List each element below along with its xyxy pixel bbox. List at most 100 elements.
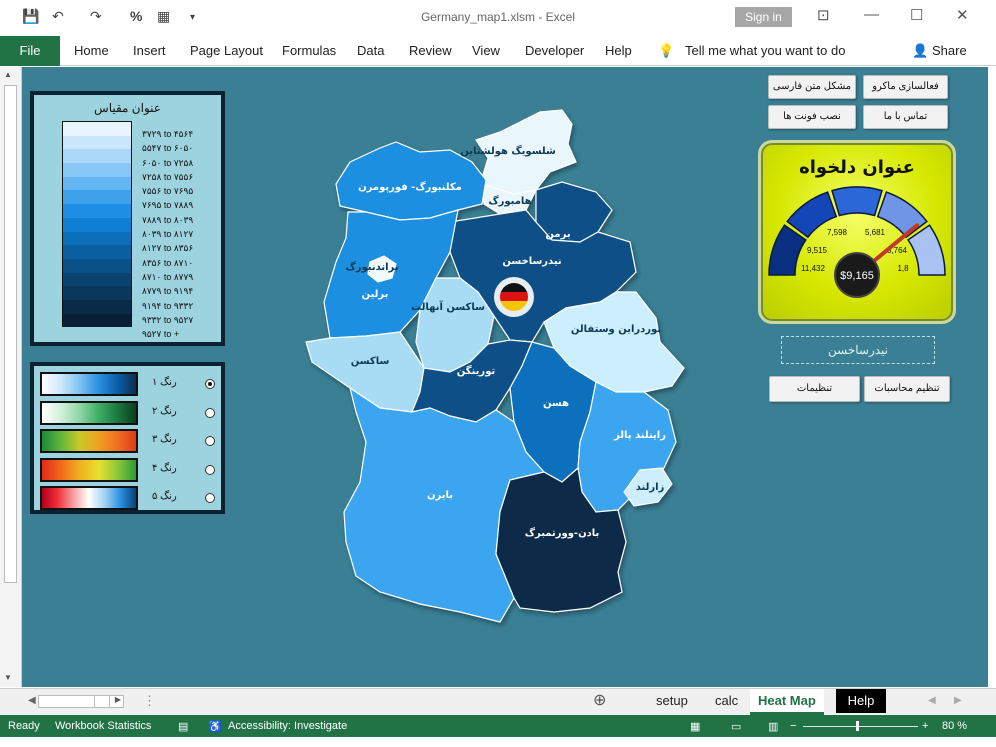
accessibility-icon[interactable]: ♿ — [208, 720, 222, 733]
tab-review[interactable]: Review — [409, 43, 452, 58]
tab-help[interactable]: Help — [605, 43, 632, 58]
scroll-up-icon[interactable]: ▲ — [4, 70, 12, 79]
state-label: بایرن — [427, 490, 453, 501]
legend-swatch — [63, 272, 131, 287]
ribbon-tabs: File Home Insert Page Layout Formulas Da… — [0, 36, 996, 66]
theme-radio-button[interactable] — [205, 464, 215, 475]
zoom-slider[interactable] — [803, 721, 918, 731]
state-label: مکلنبورگ- فورپومرن — [358, 180, 462, 193]
legend-swatch — [63, 122, 131, 136]
legend-range-label: ۷۵۵۶ to ۷۶۹۵ — [142, 186, 194, 197]
workbook-statistics-button[interactable]: Workbook Statistics — [55, 720, 151, 732]
sheet-prev-icon[interactable]: ◀ — [920, 689, 944, 713]
zoom-out-button[interactable]: − — [790, 720, 796, 732]
contact-button[interactable]: تماس با ما — [863, 105, 948, 129]
legend-swatch — [63, 135, 131, 150]
sheet-next-icon[interactable]: ▶ — [946, 689, 970, 713]
theme-gradient-swatch — [40, 400, 138, 425]
zoom-in-button[interactable]: + — [922, 720, 928, 732]
install-font-button[interactable]: نصب فونت ها — [768, 105, 856, 129]
theme-option[interactable]: رنگ ۲ — [40, 400, 215, 425]
accessibility-status[interactable]: Accessibility: Investigate — [228, 720, 347, 732]
theme-option[interactable]: رنگ ۱ — [40, 372, 215, 396]
theme-gradient-swatch — [40, 429, 138, 454]
page-layout-view-icon[interactable]: ▭ — [731, 720, 741, 733]
gauge-value-label: $9,165 — [840, 270, 874, 282]
legend-range-label: ۵۵۴۷ to ۶۰۵۰ — [142, 143, 194, 154]
h-scroll-right-icon[interactable]: ▶ — [115, 695, 121, 704]
sheet-tab-help[interactable]: Help — [836, 689, 886, 713]
state-label: زارلند — [636, 482, 665, 493]
legend-swatch — [63, 231, 131, 246]
theme-radio-button[interactable] — [205, 379, 215, 389]
tab-options-icon[interactable]: ⋮ — [135, 689, 164, 713]
scroll-down-icon[interactable]: ▼ — [4, 673, 12, 682]
calc-settings-button[interactable]: تنظیم محاسبات — [864, 376, 950, 402]
minimize-button[interactable]: — — [864, 6, 879, 23]
tab-file[interactable]: File — [0, 36, 60, 66]
theme-radio-button[interactable] — [205, 493, 215, 504]
gauge-dial: 11,4329,5157,598 5,6813,7641,8 $9,165 — [768, 186, 946, 298]
h-scroll-thumb[interactable] — [94, 696, 110, 707]
state-label: ساکسن آنهالت — [411, 300, 485, 313]
legend-range-label: ۷۸۸۹ to ۸۰۳۹ — [142, 214, 194, 225]
restore-button[interactable]: ☐ — [910, 6, 923, 24]
page-break-view-icon[interactable]: ▥ — [768, 720, 778, 733]
legend-range-label: ۸۰۳۹ to ۸۱۲۷ — [142, 229, 194, 240]
tab-developer[interactable]: Developer — [525, 43, 584, 58]
status-ready: Ready — [8, 720, 40, 732]
theme-radio-button[interactable] — [205, 407, 215, 418]
sign-in-button[interactable]: Sign in — [735, 7, 792, 27]
tab-insert[interactable]: Insert — [133, 43, 166, 58]
horizontal-scrollbar[interactable]: ▶ — [38, 695, 124, 708]
color-theme-selector: رنگ ۱ رنگ ۲ رنگ ۳ رنگ ۴ رنگ ۵ — [30, 362, 225, 514]
vertical-scrollbar[interactable]: ▲ ▼ — [0, 67, 22, 687]
ribbon-display-icon[interactable]: ⊡ — [817, 6, 830, 24]
legend-range-label: ۸۱۲۷ to ۸۳۵۶ — [142, 243, 194, 254]
gauge-title: عنوان دلخواه — [799, 157, 915, 178]
theme-label: رنگ ۱ — [152, 377, 177, 388]
tell-me-search[interactable]: Tell me what you want to do — [685, 43, 845, 58]
gauge-segment — [831, 186, 883, 217]
legend-range-label: ۷۶۹۵ to ۷۸۸۹ — [142, 200, 194, 211]
tab-view[interactable]: View — [472, 43, 500, 58]
gauge-tick-label: 1,8 — [897, 264, 909, 273]
theme-option[interactable]: رنگ ۴ — [40, 457, 215, 482]
legend-range-label: ۳۷۲۹ to ۴۵۶۴ — [142, 129, 194, 139]
close-button[interactable]: ✕ — [956, 6, 969, 24]
theme-radio-button[interactable] — [205, 436, 215, 447]
tab-home[interactable]: Home — [74, 43, 109, 58]
share-button[interactable]: Share — [932, 43, 967, 58]
enable-macro-button[interactable]: فعالسازی ماکرو — [863, 75, 948, 99]
zoom-slider-thumb[interactable] — [856, 721, 859, 731]
theme-option[interactable]: رنگ ۵ — [40, 486, 215, 511]
state-label: برلین — [362, 289, 389, 300]
theme-gradient-swatch — [40, 457, 138, 482]
state-label: راینلند پالز — [613, 430, 666, 441]
zoom-level[interactable]: 80 % — [942, 720, 967, 732]
normal-view-icon[interactable]: ▦ — [690, 720, 700, 733]
legend-swatch — [63, 245, 131, 259]
excel-window: 💾 ↶ ↷ % ▦ ▾ Germany_map1.xlsm - Excel Si… — [0, 0, 996, 747]
new-sheet-icon[interactable]: ⊕ — [585, 689, 614, 713]
tab-data[interactable]: Data — [357, 43, 384, 58]
gauge-tick-label: 7,598 — [827, 228, 848, 237]
legend-swatch — [63, 149, 131, 164]
sheet-tab-setup[interactable]: setup — [648, 689, 696, 713]
scroll-thumb[interactable] — [4, 85, 17, 583]
legend-swatch — [63, 176, 131, 191]
tab-page-layout[interactable]: Page Layout — [190, 43, 263, 58]
state-label: شلسویگ هولشتاین — [460, 145, 556, 157]
sheet-tab-heat-map[interactable]: Heat Map — [750, 689, 824, 715]
macro-record-icon[interactable]: ▤ — [178, 720, 188, 733]
legend-range-label: ۹۱۹۴ to ۹۳۳۲ — [142, 300, 194, 311]
gauge-widget: عنوان دلخواه 11,432 9,515 7,598 5,681 3,764 1… — [758, 140, 956, 324]
settings-button[interactable]: تنظیمات — [769, 376, 860, 402]
tab-formulas[interactable]: Formulas — [282, 43, 336, 58]
legend-swatch — [63, 258, 131, 273]
legend-swatch — [63, 299, 131, 314]
theme-option[interactable]: رنگ ۳ — [40, 429, 215, 454]
sheet-tab-calc[interactable]: calc — [707, 689, 746, 713]
persian-text-button[interactable]: مشکل متن فارسی — [768, 75, 856, 99]
legend-range-label: ۹۳۳۲ to ۹۵۲۷ — [142, 314, 194, 325]
